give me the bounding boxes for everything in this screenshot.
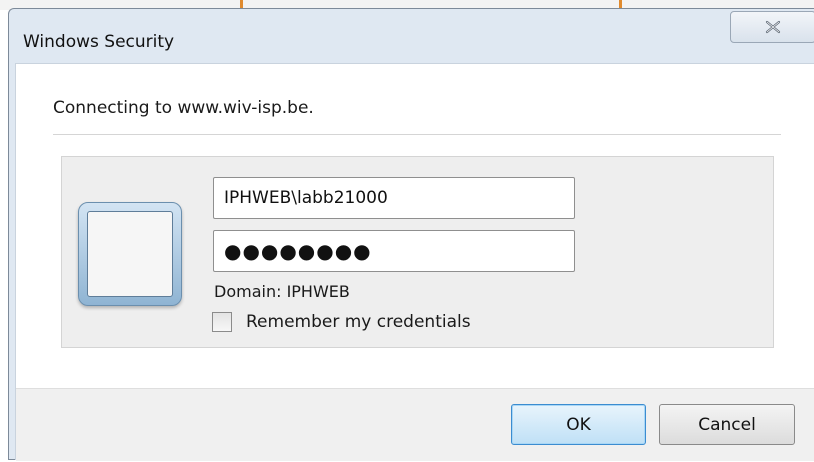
windows-security-dialog: Windows Security Connecting to www.wiv-i…: [8, 8, 814, 461]
password-input[interactable]: ●●●●●●●●: [213, 230, 575, 272]
dialog-title: Windows Security: [23, 32, 175, 52]
user-tile-frame: [87, 211, 173, 297]
username-input[interactable]: IPHWEB\labb21000: [213, 177, 575, 219]
background-accent-mark: [619, 0, 622, 8]
divider: [53, 134, 781, 135]
ok-button[interactable]: OK: [511, 404, 646, 445]
remember-credentials-label[interactable]: Remember my credentials: [246, 312, 471, 332]
dialog-footer: OK Cancel: [16, 388, 814, 461]
close-button[interactable]: [730, 11, 814, 43]
dialog-content: Connecting to www.wiv-isp.be. IPHWEB\lab…: [15, 63, 814, 461]
user-tile-icon: [78, 202, 182, 306]
cancel-button[interactable]: Cancel: [659, 404, 795, 445]
background-accent-mark: [240, 0, 243, 8]
title-bar: Windows Security: [9, 9, 814, 71]
remember-credentials-option[interactable]: Remember my credentials: [212, 312, 471, 332]
connection-prompt: Connecting to www.wiv-isp.be.: [53, 98, 314, 118]
close-icon: [765, 20, 781, 34]
credential-panel: IPHWEB\labb21000 ●●●●●●●● Domain: IPHWEB…: [61, 156, 774, 348]
domain-label: Domain: IPHWEB: [214, 282, 350, 301]
remember-credentials-checkbox[interactable]: [212, 312, 232, 332]
